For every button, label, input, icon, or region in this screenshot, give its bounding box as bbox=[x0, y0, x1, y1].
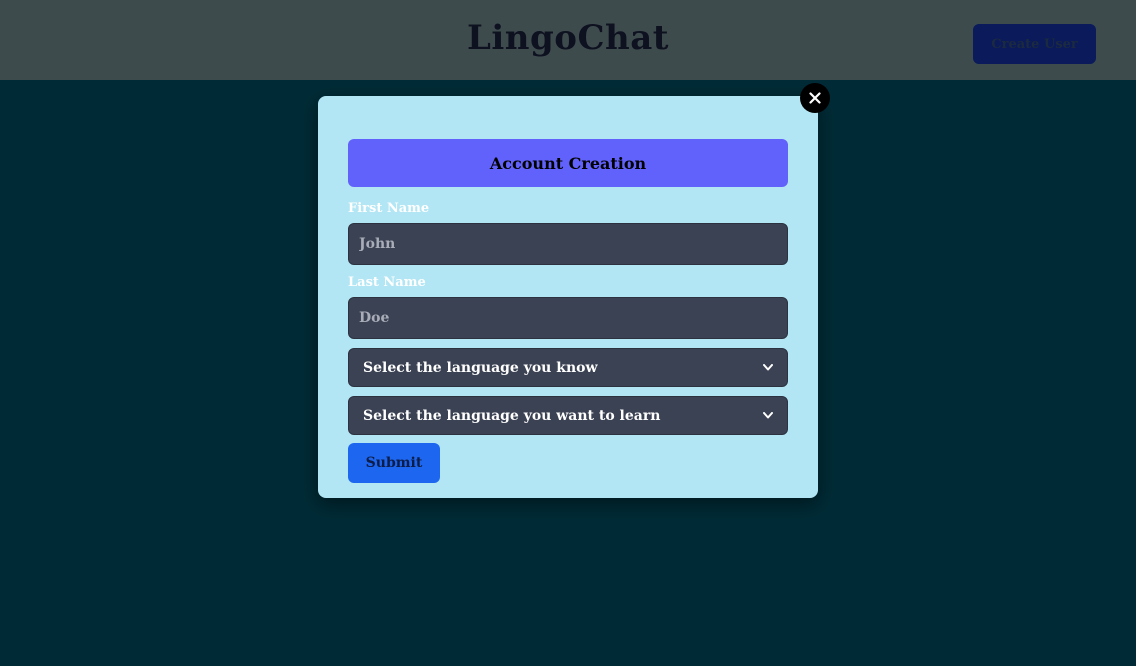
close-icon bbox=[809, 92, 821, 104]
chevron-down-icon bbox=[763, 364, 773, 371]
close-modal-button[interactable] bbox=[800, 83, 830, 113]
last-name-label: Last Name bbox=[348, 275, 426, 290]
learn-language-select[interactable]: Select the language you want to learn bbox=[348, 396, 788, 435]
create-user-button[interactable]: Create User bbox=[973, 24, 1096, 64]
learn-language-selected-value: Select the language you want to learn bbox=[363, 407, 661, 424]
first-name-input[interactable] bbox=[348, 223, 788, 265]
known-language-selected-value: Select the language you know bbox=[363, 359, 598, 376]
submit-button[interactable]: Submit bbox=[348, 443, 440, 483]
app-title: LingoChat bbox=[466, 18, 669, 58]
account-creation-modal: Account Creation First Name Last Name Se… bbox=[318, 96, 818, 498]
app-header: LingoChat Create User bbox=[0, 0, 1136, 80]
first-name-label: First Name bbox=[348, 201, 430, 216]
form-heading: Account Creation bbox=[348, 139, 788, 187]
chevron-down-icon bbox=[763, 412, 773, 419]
last-name-input[interactable] bbox=[348, 297, 788, 339]
known-language-select[interactable]: Select the language you know bbox=[348, 348, 788, 387]
